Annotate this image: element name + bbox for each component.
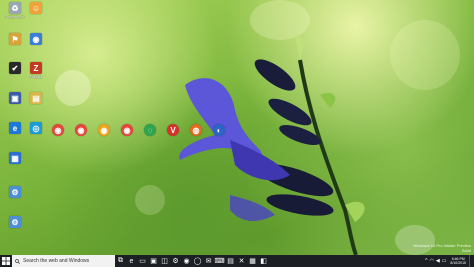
network-icon[interactable]: ◠ [429, 258, 433, 264]
app-icon-r2c1: ⚑ [9, 33, 21, 45]
desktop-shortcut[interactable]: ◉ [47, 124, 69, 146]
watermark-line2: Build [462, 248, 471, 253]
start-button[interactable] [0, 255, 12, 267]
taskbar-app-9[interactable]: ⌨ [214, 255, 225, 267]
vivaldi-icon: V [167, 124, 179, 136]
desktop-shortcut[interactable]: ⚙ [4, 216, 26, 238]
app-icon-r3c1: ✔ [9, 62, 21, 74]
taskbar-app-6[interactable]: ◉ [181, 255, 192, 267]
edge-taskbar-icon[interactable]: e [126, 255, 137, 267]
app-icon-r4c2: ▤ [30, 92, 42, 104]
firefox-icon: ◍ [190, 124, 202, 136]
taskbar-app-5[interactable]: ⚙ [170, 255, 181, 267]
clock[interactable]: 6:46 PM 8/10/2015 [450, 257, 466, 265]
desktop-shortcut[interactable]: ▣ [4, 92, 26, 114]
desktop-shortcut[interactable]: ◉ [25, 33, 47, 55]
desktop-shortcut[interactable]: ♻ Recycle Bin [4, 2, 26, 24]
app-icon-r2c2: ◉ [30, 33, 42, 45]
app-icon-blue-globe: ◐ [213, 124, 225, 136]
taskbar-app-7[interactable]: ◯ [192, 255, 203, 267]
app-icon-r6c1: ▦ [9, 152, 21, 164]
store-taskbar-icon[interactable]: ▣ [148, 255, 159, 267]
taskbar-app-4[interactable]: ◫ [159, 255, 170, 267]
pinned-apps: ⧉ e ▭ ▣ ◫ ⚙ ◉ ◯ ✉ ⌨ ▤ ✕ ▦ ◧ [115, 255, 269, 267]
desktop-shortcut[interactable]: e [4, 122, 26, 144]
desktop-shortcut[interactable]: ◉ [93, 124, 115, 146]
desktop-shortcut[interactable]: V [162, 124, 184, 146]
desktop-shortcut[interactable]: ◎ [25, 122, 47, 144]
chrome-icon-1: ◉ [52, 124, 64, 136]
taskbar-app-10[interactable]: ▤ [225, 255, 236, 267]
app-icon-r8c1: ⚙ [9, 216, 21, 228]
desktop-shortcut[interactable]: ▤ [25, 92, 47, 114]
search-placeholder: Search the web and Windows [23, 258, 90, 264]
chrome-canary-icon: ◉ [98, 124, 110, 136]
app-icon-r4c1: ▣ [9, 92, 21, 104]
search-box[interactable]: Search the web and Windows [12, 255, 115, 267]
app-icon-r7c1: ⚙ [9, 186, 21, 198]
volume-icon[interactable]: ◀ [436, 258, 440, 264]
desktop-shortcut[interactable]: ✔ [4, 62, 26, 84]
desktop-shortcut[interactable]: Z FileZilla [25, 62, 47, 84]
desktop: ♻ Recycle Bin ☺ ⚑ ◉ ✔ Z FileZilla ▣ ▤ e ◎ ▦ ⚙ ⚙ ◉ ◉ ◉ ◉ ◌ V ◍… [0, 0, 474, 267]
edge-icon: e [9, 122, 21, 134]
app-icon-green-ring: ◌ [144, 124, 156, 136]
desktop-shortcut[interactable]: ◉ [70, 124, 92, 146]
taskbar: Search the web and Windows ⧉ e ▭ ▣ ◫ ⚙ ◉ ◯ ✉ ⌨ ▤ ✕ ▦… [0, 255, 474, 267]
desktop-shortcut[interactable]: ▦ [4, 152, 26, 174]
app-icon-r1c2: ☺ [30, 2, 42, 14]
language-icon[interactable]: ▭ [442, 258, 447, 264]
task-view-icon[interactable]: ⧉ [115, 255, 126, 267]
up-arrow-icon[interactable]: ^ [425, 258, 427, 264]
desktop-shortcut[interactable]: ⚑ [4, 33, 26, 55]
desktop-shortcut[interactable]: ◍ [185, 124, 207, 146]
system-tray: ^ ◠ ◀ ▭ 6:46 PM 8/10/2015 [424, 255, 474, 267]
show-desktop-button[interactable] [469, 255, 474, 267]
watermark: Windows 10 Pro Insider Preview Build [413, 243, 471, 253]
chrome-icon-2: ◉ [75, 124, 87, 136]
app-icon-r5c2: ◎ [30, 122, 42, 134]
desktop-shortcut[interactable]: ◌ [139, 124, 161, 146]
taskbar-app-8[interactable]: ✉ [203, 255, 214, 267]
clock-date: 8/10/2015 [450, 261, 466, 265]
recycle-bin-icon: ♻ [9, 2, 21, 14]
windows-logo-icon [2, 257, 10, 265]
taskbar-app-13[interactable]: ◧ [258, 255, 269, 267]
desktop-shortcut[interactable]: ☺ [25, 2, 47, 24]
tray-icons: ^ ◠ ◀ ▭ [424, 258, 447, 264]
desktop-shortcut-label: FileZilla [29, 75, 43, 79]
search-icon [15, 258, 20, 264]
desktop-shortcut[interactable]: ⚙ [4, 186, 26, 208]
desktop-shortcut[interactable]: ◉ [116, 124, 138, 146]
explorer-taskbar-icon[interactable]: ▭ [137, 255, 148, 267]
desktop-shortcut[interactable]: ◐ [208, 124, 230, 146]
desktop-shortcut-label: Recycle Bin [5, 15, 25, 19]
chrome-icon-3: ◉ [121, 124, 133, 136]
filezilla-icon: Z [30, 62, 42, 74]
taskbar-app-12[interactable]: ▦ [247, 255, 258, 267]
taskbar-app-11[interactable]: ✕ [236, 255, 247, 267]
